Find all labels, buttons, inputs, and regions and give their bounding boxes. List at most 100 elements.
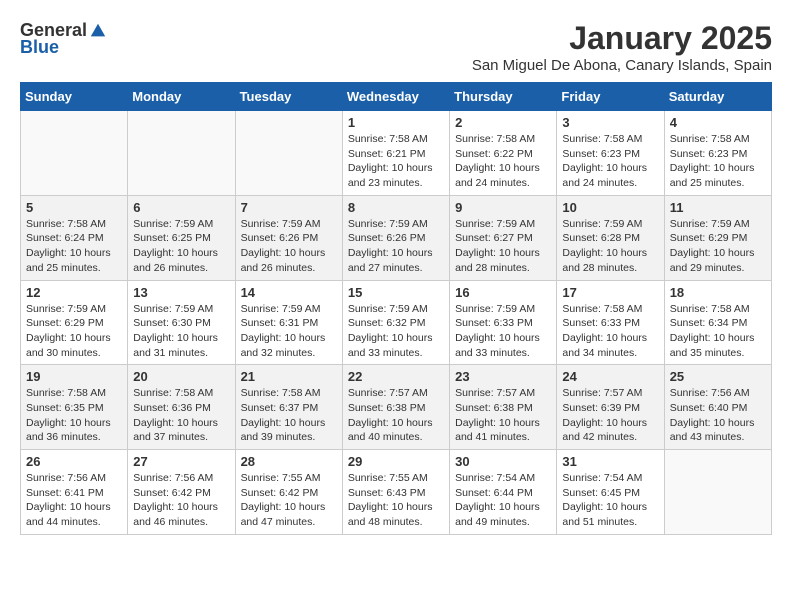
day-number: 10: [562, 200, 658, 215]
day-number: 3: [562, 115, 658, 130]
day-detail: Sunrise: 7:59 AMSunset: 6:29 PMDaylight:…: [670, 217, 766, 276]
week-row-1: 1Sunrise: 7:58 AMSunset: 6:21 PMDaylight…: [21, 111, 772, 196]
calendar-cell: 16Sunrise: 7:59 AMSunset: 6:33 PMDayligh…: [450, 280, 557, 365]
calendar-cell: 15Sunrise: 7:59 AMSunset: 6:32 PMDayligh…: [342, 280, 449, 365]
day-number: 11: [670, 200, 766, 215]
logo: General Blue: [20, 20, 107, 58]
day-number: 9: [455, 200, 551, 215]
logo-icon: [89, 22, 107, 40]
calendar-cell: 9Sunrise: 7:59 AMSunset: 6:27 PMDaylight…: [450, 195, 557, 280]
calendar-cell: 8 Sunrise: 7:59 AMSunset: 6:26 PMDaylight…: [342, 195, 449, 280]
day-number: 22: [348, 369, 444, 384]
calendar-cell: 21 Sunrise: 7:58 AMSunset: 6:37 PMDayligh…: [235, 365, 342, 450]
day-detail: Sunrise: 7:58 AMSunset: 6:22 PMDaylight:…: [455, 132, 551, 191]
day-number: 16: [455, 285, 551, 300]
calendar-cell: 24 Sunrise: 7:57 AMSunset: 6:39 PMDayligh…: [557, 365, 664, 450]
day-detail: Sunrise: 7:59 AMSunset: 6:29 PMDaylight:…: [26, 302, 122, 361]
day-detail: Sunrise: 7:54 AMSunset: 6:44 PMDaylight:…: [455, 471, 551, 530]
calendar-cell: 5 Sunrise: 7:58 AMSunset: 6:24 PMDaylight…: [21, 195, 128, 280]
day-number: 12: [26, 285, 122, 300]
calendar-cell: 12 Sunrise: 7:59 AMSunset: 6:29 PMDayligh…: [21, 280, 128, 365]
calendar-cell: 17 Sunrise: 7:58 AMSunset: 6:33 PMDayligh…: [557, 280, 664, 365]
day-detail: Sunrise: 7:59 AMSunset: 6:25 PMDaylight:…: [133, 217, 229, 276]
calendar-cell: 2 Sunrise: 7:58 AMSunset: 6:22 PMDaylight…: [450, 111, 557, 196]
day-number: 18: [670, 285, 766, 300]
day-detail: Sunrise: 7:58 AMSunset: 6:33 PMDaylight:…: [562, 302, 658, 361]
subtitle: San Miguel De Abona, Canary Islands, Spa…: [472, 57, 772, 74]
week-row-4: 19Sunrise: 7:58 AMSunset: 6:35 PMDayligh…: [21, 365, 772, 450]
weekday-header-monday: Monday: [128, 83, 235, 111]
day-number: 29: [348, 454, 444, 469]
day-detail: Sunrise: 7:58 AMSunset: 6:35 PMDaylight:…: [26, 386, 122, 445]
calendar-cell: 1Sunrise: 7:58 AMSunset: 6:21 PMDaylight…: [342, 111, 449, 196]
weekday-header-thursday: Thursday: [450, 83, 557, 111]
day-detail: Sunrise: 7:57 AMSunset: 6:39 PMDaylight:…: [562, 386, 658, 445]
day-number: 31: [562, 454, 658, 469]
header: General Blue January 2025 San Miguel De …: [20, 20, 772, 74]
calendar-cell: 30 Sunrise: 7:54 AMSunset: 6:44 PMDayligh…: [450, 450, 557, 535]
day-detail: Sunrise: 7:59 AMSunset: 6:26 PMDaylight:…: [241, 217, 337, 276]
weekday-header-wednesday: Wednesday: [342, 83, 449, 111]
day-number: 17: [562, 285, 658, 300]
day-detail: Sunrise: 7:58 AMSunset: 6:23 PMDaylight:…: [670, 132, 766, 191]
calendar-cell: 13 Sunrise: 7:59 AMSunset: 6:30 PMDayligh…: [128, 280, 235, 365]
day-number: 15: [348, 285, 444, 300]
calendar-cell: 27 Sunrise: 7:56 AMSunset: 6:42 PMDayligh…: [128, 450, 235, 535]
day-detail: Sunrise: 7:59 AMSunset: 6:26 PMDaylight:…: [348, 217, 444, 276]
day-number: 5: [26, 200, 122, 215]
calendar-cell: 6 Sunrise: 7:59 AMSunset: 6:25 PMDaylight…: [128, 195, 235, 280]
weekday-header-friday: Friday: [557, 83, 664, 111]
calendar-cell: [664, 450, 771, 535]
day-number: 25: [670, 369, 766, 384]
calendar-cell: 10 Sunrise: 7:59 AMSunset: 6:28 PMDayligh…: [557, 195, 664, 280]
day-number: 13: [133, 285, 229, 300]
day-number: 30: [455, 454, 551, 469]
day-number: 23: [455, 369, 551, 384]
day-number: 8: [348, 200, 444, 215]
day-number: 28: [241, 454, 337, 469]
calendar-cell: 25 Sunrise: 7:56 AMSunset: 6:40 PMDayligh…: [664, 365, 771, 450]
calendar-cell: 22 Sunrise: 7:57 AMSunset: 6:38 PMDayligh…: [342, 365, 449, 450]
day-detail: Sunrise: 7:58 AMSunset: 6:23 PMDaylight:…: [562, 132, 658, 191]
title-area: January 2025 San Miguel De Abona, Canary…: [472, 20, 772, 74]
day-detail: Sunrise: 7:56 AMSunset: 6:40 PMDaylight:…: [670, 386, 766, 445]
calendar-cell: 18 Sunrise: 7:58 AMSunset: 6:34 PMDayligh…: [664, 280, 771, 365]
day-number: 2: [455, 115, 551, 130]
day-detail: Sunrise: 7:58 AMSunset: 6:36 PMDaylight:…: [133, 386, 229, 445]
day-detail: Sunrise: 7:59 AMSunset: 6:30 PMDaylight:…: [133, 302, 229, 361]
day-detail: Sunrise: 7:54 AMSunset: 6:45 PMDaylight:…: [562, 471, 658, 530]
day-detail: Sunrise: 7:58 AMSunset: 6:37 PMDaylight:…: [241, 386, 337, 445]
weekday-header-tuesday: Tuesday: [235, 83, 342, 111]
day-detail: Sunrise: 7:55 AMSunset: 6:43 PMDaylight:…: [348, 471, 444, 530]
day-number: 24: [562, 369, 658, 384]
day-number: 1: [348, 115, 444, 130]
calendar-cell: 20 Sunrise: 7:58 AMSunset: 6:36 PMDayligh…: [128, 365, 235, 450]
day-detail: Sunrise: 7:58 AMSunset: 6:24 PMDaylight:…: [26, 217, 122, 276]
day-number: 6: [133, 200, 229, 215]
calendar-cell: 23 Sunrise: 7:57 AMSunset: 6:38 PMDayligh…: [450, 365, 557, 450]
day-detail: Sunrise: 7:57 AMSunset: 6:38 PMDaylight:…: [348, 386, 444, 445]
calendar-cell: 3 Sunrise: 7:58 AMSunset: 6:23 PMDaylight…: [557, 111, 664, 196]
day-number: 7: [241, 200, 337, 215]
day-number: 21: [241, 369, 337, 384]
week-row-2: 5 Sunrise: 7:58 AMSunset: 6:24 PMDaylight…: [21, 195, 772, 280]
day-number: 20: [133, 369, 229, 384]
day-detail: Sunrise: 7:59 AMSunset: 6:28 PMDaylight:…: [562, 217, 658, 276]
calendar-cell: 19Sunrise: 7:58 AMSunset: 6:35 PMDayligh…: [21, 365, 128, 450]
day-number: 4: [670, 115, 766, 130]
day-detail: Sunrise: 7:55 AMSunset: 6:42 PMDaylight:…: [241, 471, 337, 530]
calendar-cell: 11 Sunrise: 7:59 AMSunset: 6:29 PMDayligh…: [664, 195, 771, 280]
logo-blue: Blue: [20, 37, 59, 58]
weekday-header-sunday: Sunday: [21, 83, 128, 111]
day-number: 14: [241, 285, 337, 300]
day-detail: Sunrise: 7:58 AMSunset: 6:34 PMDaylight:…: [670, 302, 766, 361]
day-number: 27: [133, 454, 229, 469]
calendar-cell: 28 Sunrise: 7:55 AMSunset: 6:42 PMDayligh…: [235, 450, 342, 535]
month-title: January 2025: [472, 20, 772, 57]
calendar: SundayMondayTuesdayWednesdayThursdayFrid…: [20, 82, 772, 535]
calendar-cell: [21, 111, 128, 196]
day-detail: Sunrise: 7:57 AMSunset: 6:38 PMDaylight:…: [455, 386, 551, 445]
week-row-5: 26Sunrise: 7:56 AMSunset: 6:41 PMDayligh…: [21, 450, 772, 535]
day-detail: Sunrise: 7:56 AMSunset: 6:42 PMDaylight:…: [133, 471, 229, 530]
day-detail: Sunrise: 7:56 AMSunset: 6:41 PMDaylight:…: [26, 471, 122, 530]
